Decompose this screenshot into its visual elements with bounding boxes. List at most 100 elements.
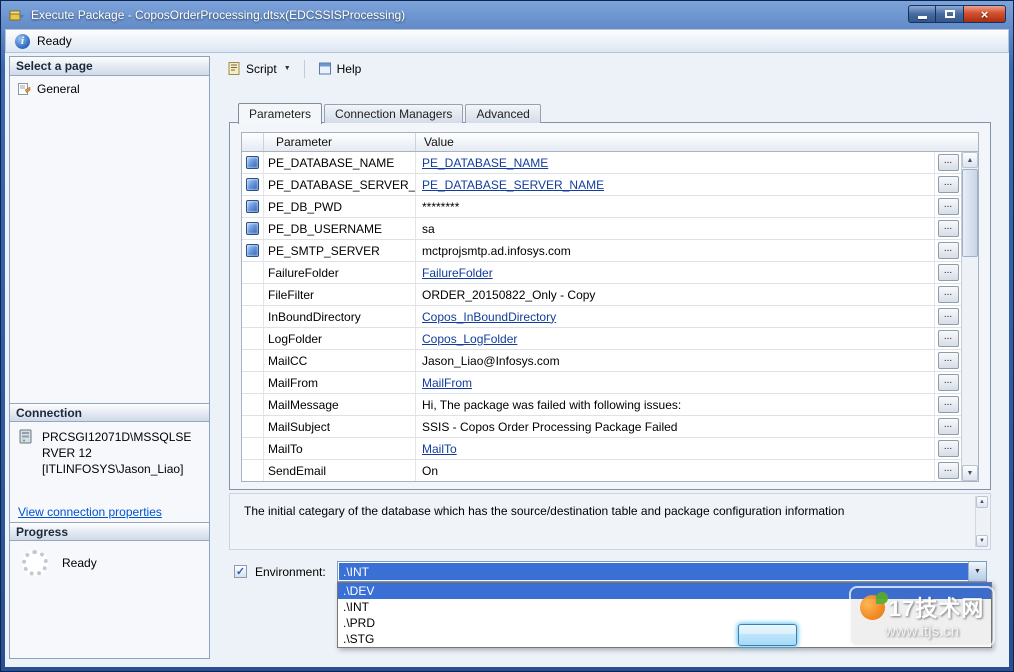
parameter-value-cell[interactable]: MailFrom [416,372,935,393]
ellipsis-button[interactable]: ... [938,374,959,391]
ellipsis-button[interactable]: ... [938,396,959,413]
table-row[interactable]: PE_DATABASE_NAMEPE_DATABASE_NAME... [242,152,961,174]
parameter-name-cell: PE_DATABASE_NAME [264,152,416,173]
window-title: Execute Package - CoposOrderProcessing.d… [31,8,405,22]
ellipsis-button[interactable]: ... [938,198,959,215]
table-row[interactable]: MailFromMailFrom... [242,372,961,394]
parameter-value-cell[interactable]: Jason_Liao@Infosys.com [416,350,935,371]
ellipsis-button[interactable]: ... [938,418,959,435]
title-bar: Execute Package - CoposOrderProcessing.d… [1,1,1013,29]
parameter-type-cell-empty [242,350,264,371]
table-scrollbar[interactable]: ▲ ▼ [961,152,978,481]
ellipsis-button[interactable]: ... [938,440,959,457]
table-row[interactable]: MailMessageHi, The package was failed wi… [242,394,961,416]
ellipsis-button[interactable]: ... [938,462,959,479]
chevron-down-icon: ▼ [974,568,981,575]
ellipsis-button[interactable]: ... [938,330,959,347]
table-row[interactable]: MailCCJason_Liao@Infosys.com... [242,350,961,372]
close-button[interactable]: × [964,5,1006,23]
ellipsis-button[interactable]: ... [938,286,959,303]
ellipsis-cell: ... [935,350,961,371]
table-row[interactable]: FailureFolderFailureFolder... [242,262,961,284]
parameter-value-cell[interactable]: Copos_LogFolder [416,328,935,349]
scroll-up-icon[interactable]: ▲ [962,152,978,168]
environment-combobox[interactable]: .\INT ▼ [337,561,987,582]
parameter-value-cell[interactable]: On [416,460,935,481]
description-scrollbar[interactable]: ▲ ▼ [975,496,988,547]
parameter-description-text: The initial categary of the database whi… [244,504,844,518]
parameter-name-cell: PE_DB_USERNAME [264,218,416,239]
parameter-value-cell[interactable]: FailureFolder [416,262,935,283]
sidebar-item-general[interactable]: General [17,82,80,96]
ellipsis-cell: ... [935,196,961,217]
tab-connection-managers[interactable]: Connection Managers [324,104,463,123]
parameter-value-cell[interactable]: sa [416,218,935,239]
ellipsis-button[interactable]: ... [938,308,959,325]
table-header-row: Parameter Value [242,133,978,152]
parameter-value-cell[interactable]: ******** [416,196,935,217]
table-row[interactable]: MailToMailTo... [242,438,961,460]
script-button-label: Script [246,62,277,76]
parameter-value-cell[interactable]: PE_DATABASE_SERVER_NAME [416,174,935,195]
table-row[interactable]: SendEmailOn... [242,460,961,481]
parameter-description-box: The initial categary of the database whi… [229,493,991,550]
parameters-table: Parameter Value PE_DATABASE_NAMEPE_DATAB… [241,132,979,482]
param-table-rows: PE_DATABASE_NAMEPE_DATABASE_NAME...PE_DA… [242,152,961,481]
ellipsis-button[interactable]: ... [938,220,959,237]
progress-status: Ready [22,550,97,576]
maximize-button[interactable] [936,5,964,23]
parameter-name-cell: MailFrom [264,372,416,393]
help-button[interactable]: Help [311,57,369,80]
parameter-value-cell[interactable]: MailTo [416,438,935,459]
scroll-down-icon[interactable]: ▼ [962,465,978,481]
parameter-name-cell: FileFilter [264,284,416,305]
combo-dropdown-button[interactable]: ▼ [968,562,986,581]
environment-checkbox[interactable] [234,565,247,578]
ellipsis-button[interactable]: ... [938,154,959,171]
desc-scroll-down-icon[interactable]: ▼ [976,535,988,547]
parameter-value-cell[interactable]: SSIS - Copos Order Processing Package Fa… [416,416,935,437]
table-row[interactable]: PE_DB_USERNAMEsa... [242,218,961,240]
script-button[interactable]: Script ▼ [220,57,298,80]
header-parameter-column[interactable]: Parameter [264,133,416,151]
close-icon: × [981,7,989,22]
parameter-value-cell[interactable]: mctprojsmtp.ad.infosys.com [416,240,935,261]
ellipsis-button[interactable]: ... [938,242,959,259]
parameter-name-cell: PE_DB_PWD [264,196,416,217]
table-row[interactable]: PE_DB_PWD********... [242,196,961,218]
parameter-type-cell-empty [242,460,264,481]
table-row[interactable]: FileFilterORDER_20150822_Only - Copy... [242,284,961,306]
tab-parameters[interactable]: Parameters [238,103,322,124]
parameter-name-cell: MailTo [264,438,416,459]
table-row[interactable]: PE_SMTP_SERVERmctprojsmtp.ad.infosys.com… [242,240,961,262]
table-row[interactable]: MailSubjectSSIS - Copos Order Processing… [242,416,961,438]
environment-label: Environment: [255,565,326,579]
parameter-type-cell-empty [242,328,264,349]
parameter-type-cell-empty [242,372,264,393]
parameter-name-cell: MailSubject [264,416,416,437]
table-row[interactable]: InBoundDirectoryCopos_InBoundDirectory..… [242,306,961,328]
ellipsis-button[interactable]: ... [938,352,959,369]
ok-button[interactable] [738,624,797,646]
parameter-value-cell[interactable]: Copos_InBoundDirectory [416,306,935,327]
server-icon [18,429,36,445]
script-icon [227,61,242,76]
parameter-value-cell[interactable]: Hi, The package was failed with followin… [416,394,935,415]
connection-info: PRCSGI12071D\MSSQLSERVER 12 [ITLINFOSYS\… [18,429,204,478]
table-row[interactable]: PE_DATABASE_SERVER_...PE_DATABASE_SERVER… [242,174,961,196]
view-connection-properties-link[interactable]: View connection properties [18,505,162,519]
tab-advanced[interactable]: Advanced [465,104,540,123]
header-value-column[interactable]: Value [416,133,978,151]
ellipsis-button[interactable]: ... [938,264,959,281]
parameter-name-cell: LogFolder [264,328,416,349]
minimize-button[interactable] [908,5,936,23]
scrollbar-thumb[interactable] [962,169,978,257]
table-row[interactable]: LogFolderCopos_LogFolder... [242,328,961,350]
info-icon: i [15,34,30,49]
parameter-value-cell[interactable]: ORDER_20150822_Only - Copy [416,284,935,305]
parameter-type-cell-empty [242,262,264,283]
ellipsis-cell: ... [935,284,961,305]
ellipsis-button[interactable]: ... [938,176,959,193]
desc-scroll-up-icon[interactable]: ▲ [976,496,988,508]
parameter-value-cell[interactable]: PE_DATABASE_NAME [416,152,935,173]
